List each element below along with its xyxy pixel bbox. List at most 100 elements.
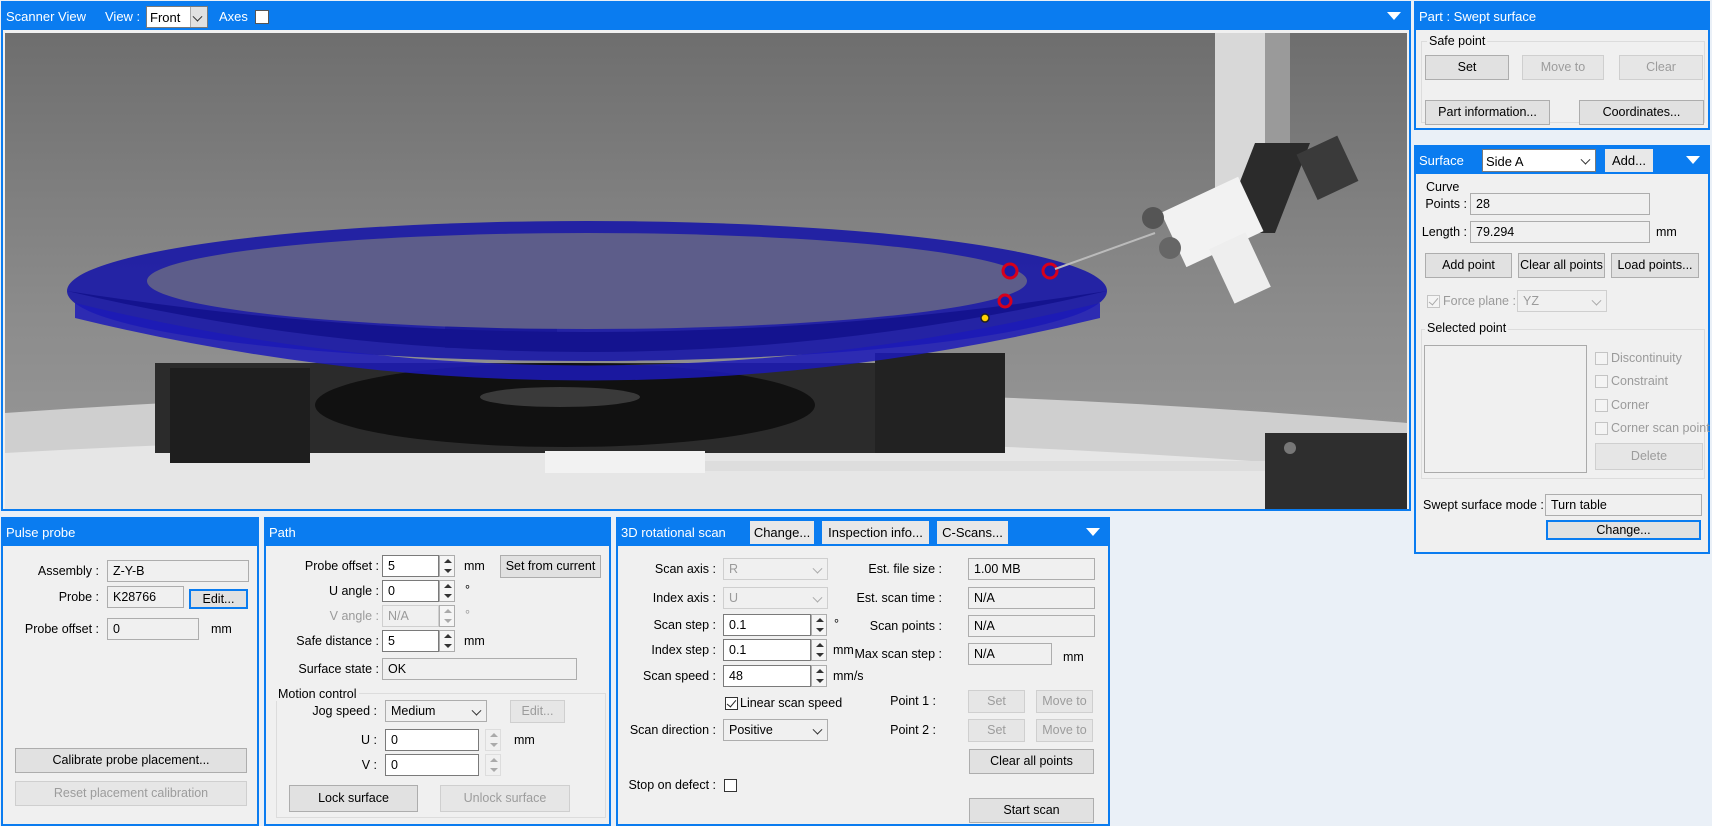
u-angle-spinner[interactable] bbox=[439, 580, 455, 602]
swept-mode-change-button[interactable]: Change... bbox=[1546, 520, 1701, 540]
safe-point-set-button[interactable]: Set bbox=[1425, 55, 1509, 80]
rotational-scan-panel: 3D rotational scan Change... Inspection … bbox=[616, 517, 1110, 826]
jog-speed-select[interactable]: Medium bbox=[385, 700, 487, 722]
u-angle-field[interactable]: 0 bbox=[382, 580, 439, 602]
set-from-current-button[interactable]: Set from current bbox=[500, 555, 601, 578]
unlock-surface-button[interactable]: Unlock surface bbox=[440, 785, 570, 812]
discontinuity-checkbox[interactable] bbox=[1595, 352, 1608, 365]
collapse-chevron-icon[interactable] bbox=[1086, 528, 1100, 536]
u-position-field[interactable]: 0 bbox=[385, 729, 479, 751]
safe-distance-spinner[interactable] bbox=[439, 630, 455, 652]
v-angle-spinner[interactable] bbox=[439, 605, 455, 627]
axes-checkbox[interactable] bbox=[255, 10, 269, 24]
inspection-info-button[interactable]: Inspection info... bbox=[822, 521, 929, 544]
scan-point-marker[interactable] bbox=[1001, 262, 1019, 280]
calibrate-probe-button[interactable]: Calibrate probe placement... bbox=[15, 748, 247, 773]
collapse-chevron-icon[interactable] bbox=[1387, 12, 1401, 20]
force-plane-checkbox[interactable] bbox=[1427, 295, 1440, 308]
force-plane-label: Force plane : bbox=[1443, 294, 1516, 308]
linear-scan-speed-checkbox[interactable] bbox=[725, 697, 738, 710]
corner-checkbox[interactable] bbox=[1595, 399, 1608, 412]
clear-all-points-button[interactable]: Clear all points bbox=[1518, 253, 1605, 278]
constraint-checkbox[interactable] bbox=[1595, 375, 1608, 388]
coordinates-button[interactable]: Coordinates... bbox=[1579, 100, 1704, 125]
v-angle-field[interactable]: N/A bbox=[382, 605, 439, 627]
index-step-spinner[interactable] bbox=[811, 639, 827, 661]
surface-header: Surface Side A Add... bbox=[1416, 147, 1708, 174]
probe-offset-unit: mm bbox=[464, 559, 485, 573]
discontinuity-label: Discontinuity bbox=[1611, 351, 1682, 365]
side-select[interactable]: Side A bbox=[1482, 149, 1596, 172]
add-surface-button[interactable]: Add... bbox=[1605, 149, 1653, 172]
point2-set-button[interactable]: Set bbox=[968, 719, 1025, 742]
blue-ring-inner bbox=[147, 233, 1027, 329]
scan-speed-spinner[interactable] bbox=[811, 665, 827, 687]
force-plane-select[interactable]: YZ bbox=[1517, 290, 1607, 312]
view-select[interactable]: Front bbox=[146, 6, 208, 28]
scan-point-marker[interactable] bbox=[1041, 262, 1059, 280]
scan-point-marker[interactable] bbox=[980, 313, 990, 323]
reset-calibration-button[interactable]: Reset placement calibration bbox=[15, 781, 247, 806]
v-position-field[interactable]: 0 bbox=[385, 754, 479, 776]
u-angle-unit: ° bbox=[465, 583, 470, 597]
u-position-spinner[interactable] bbox=[485, 729, 501, 751]
surface-state-field: OK bbox=[382, 658, 577, 680]
probe-edit-button[interactable]: Edit... bbox=[189, 589, 248, 609]
scan-axis-label: Scan axis : bbox=[654, 562, 716, 576]
index-axis-select[interactable]: U bbox=[723, 587, 828, 609]
load-points-button[interactable]: Load points... bbox=[1611, 253, 1699, 278]
rotational-scan-title: 3D rotational scan bbox=[621, 525, 726, 540]
scan-points-field: N/A bbox=[968, 615, 1095, 637]
scan-step-spinner[interactable] bbox=[811, 614, 827, 636]
max-scan-step-label: Max scan step : bbox=[854, 647, 942, 661]
index-step-field[interactable]: 0.1 bbox=[723, 639, 811, 661]
scan-axis-select[interactable]: R bbox=[723, 558, 828, 580]
part-header: Part : Swept surface bbox=[1416, 3, 1708, 30]
selected-point-list[interactable] bbox=[1424, 345, 1587, 473]
delete-point-button[interactable]: Delete bbox=[1595, 443, 1703, 470]
start-scan-button[interactable]: Start scan bbox=[969, 798, 1094, 823]
constraint-label: Constraint bbox=[1611, 374, 1668, 388]
length-unit: mm bbox=[1656, 225, 1677, 239]
scan-point-marker[interactable] bbox=[997, 293, 1013, 309]
point1-set-button[interactable]: Set bbox=[968, 690, 1025, 713]
scan-change-button[interactable]: Change... bbox=[750, 521, 814, 544]
scan-speed-field[interactable]: 48 bbox=[723, 665, 811, 687]
lock-surface-button[interactable]: Lock surface bbox=[289, 785, 418, 812]
part-information-button[interactable]: Part information... bbox=[1425, 100, 1550, 125]
point1-label: Point 1 : bbox=[890, 694, 936, 708]
est-scan-time-field: N/A bbox=[968, 587, 1095, 609]
point2-move-to-button[interactable]: Move to bbox=[1036, 719, 1093, 742]
clear-scan-points-button[interactable]: Clear all points bbox=[969, 749, 1094, 774]
safe-distance-unit: mm bbox=[464, 634, 485, 648]
stop-on-defect-checkbox[interactable] bbox=[724, 779, 737, 792]
safe-distance-label: Safe distance : bbox=[296, 634, 379, 648]
safe-point-clear-button[interactable]: Clear bbox=[1619, 55, 1703, 80]
safe-distance-field[interactable]: 5 bbox=[382, 630, 439, 652]
probe-offset-spinner[interactable] bbox=[439, 555, 455, 577]
surface-title: Surface bbox=[1419, 153, 1464, 168]
est-file-size-field: 1.00 MB bbox=[968, 558, 1095, 580]
jog-edit-button[interactable]: Edit... bbox=[510, 700, 565, 723]
stop-on-defect-label: Stop on defect : bbox=[628, 778, 716, 792]
add-point-button[interactable]: Add point bbox=[1425, 253, 1512, 278]
scan-step-field[interactable]: 0.1 bbox=[723, 614, 811, 636]
path-probe-offset-field[interactable]: 5 bbox=[382, 555, 439, 577]
3d-viewport[interactable] bbox=[5, 33, 1407, 509]
view-dropdown-button[interactable] bbox=[190, 7, 207, 27]
collapse-chevron-icon[interactable] bbox=[1686, 156, 1700, 164]
safe-point-move-to-button[interactable]: Move to bbox=[1522, 55, 1604, 80]
corner-scan-point-checkbox[interactable] bbox=[1595, 422, 1608, 435]
v-position-spinner[interactable] bbox=[485, 754, 501, 776]
c-scans-button[interactable]: C-Scans... bbox=[937, 521, 1008, 544]
point1-move-to-button[interactable]: Move to bbox=[1036, 690, 1093, 713]
assembly-field: Z-Y-B bbox=[107, 560, 249, 582]
swept-mode-label: Swept surface mode : bbox=[1423, 498, 1544, 512]
linear-scan-speed-label: Linear scan speed bbox=[740, 696, 843, 710]
v-position-label: V : bbox=[361, 758, 377, 772]
length-label: Length : bbox=[1421, 225, 1467, 239]
selected-point-label: Selected point bbox=[1425, 321, 1509, 335]
scan-direction-select[interactable]: Positive bbox=[723, 719, 828, 741]
scan-direction-label: Scan direction : bbox=[629, 723, 716, 737]
rotational-scan-header: 3D rotational scan Change... Inspection … bbox=[618, 519, 1108, 546]
